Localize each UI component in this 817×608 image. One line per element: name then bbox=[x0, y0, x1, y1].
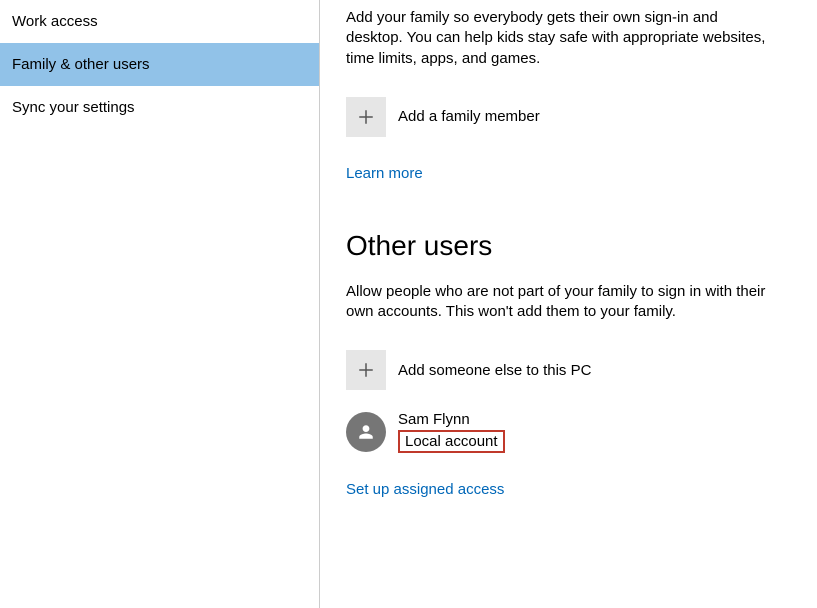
sidebar-item-work-access[interactable]: Work access bbox=[0, 0, 319, 43]
sidebar-item-family-other-users[interactable]: Family & other users bbox=[0, 43, 319, 86]
add-other-user-label: Add someone else to this PC bbox=[398, 362, 591, 379]
user-name: Sam Flynn bbox=[398, 410, 470, 430]
sidebar-item-sync-your-settings[interactable]: Sync your settings bbox=[0, 86, 319, 129]
plus-icon bbox=[346, 97, 386, 137]
add-other-user-button[interactable]: Add someone else to this PC bbox=[346, 350, 799, 390]
user-account-type: Local account bbox=[398, 430, 505, 454]
user-account-row[interactable]: Sam Flynn Local account bbox=[346, 410, 799, 453]
learn-more-link[interactable]: Learn more bbox=[346, 165, 423, 182]
sidebar: Work access Family & other users Sync yo… bbox=[0, 0, 320, 608]
plus-icon bbox=[346, 350, 386, 390]
family-description: Add your family so everybody gets their … bbox=[346, 8, 776, 69]
add-family-member-label: Add a family member bbox=[398, 108, 540, 125]
add-family-member-button[interactable]: Add a family member bbox=[346, 97, 799, 137]
user-info: Sam Flynn Local account bbox=[398, 410, 505, 453]
person-icon bbox=[346, 412, 386, 452]
other-users-description: Allow people who are not part of your fa… bbox=[346, 282, 776, 323]
set-up-assigned-access-link[interactable]: Set up assigned access bbox=[346, 481, 504, 498]
other-users-heading: Other users bbox=[346, 230, 799, 262]
main-content: Add your family so everybody gets their … bbox=[320, 0, 817, 608]
